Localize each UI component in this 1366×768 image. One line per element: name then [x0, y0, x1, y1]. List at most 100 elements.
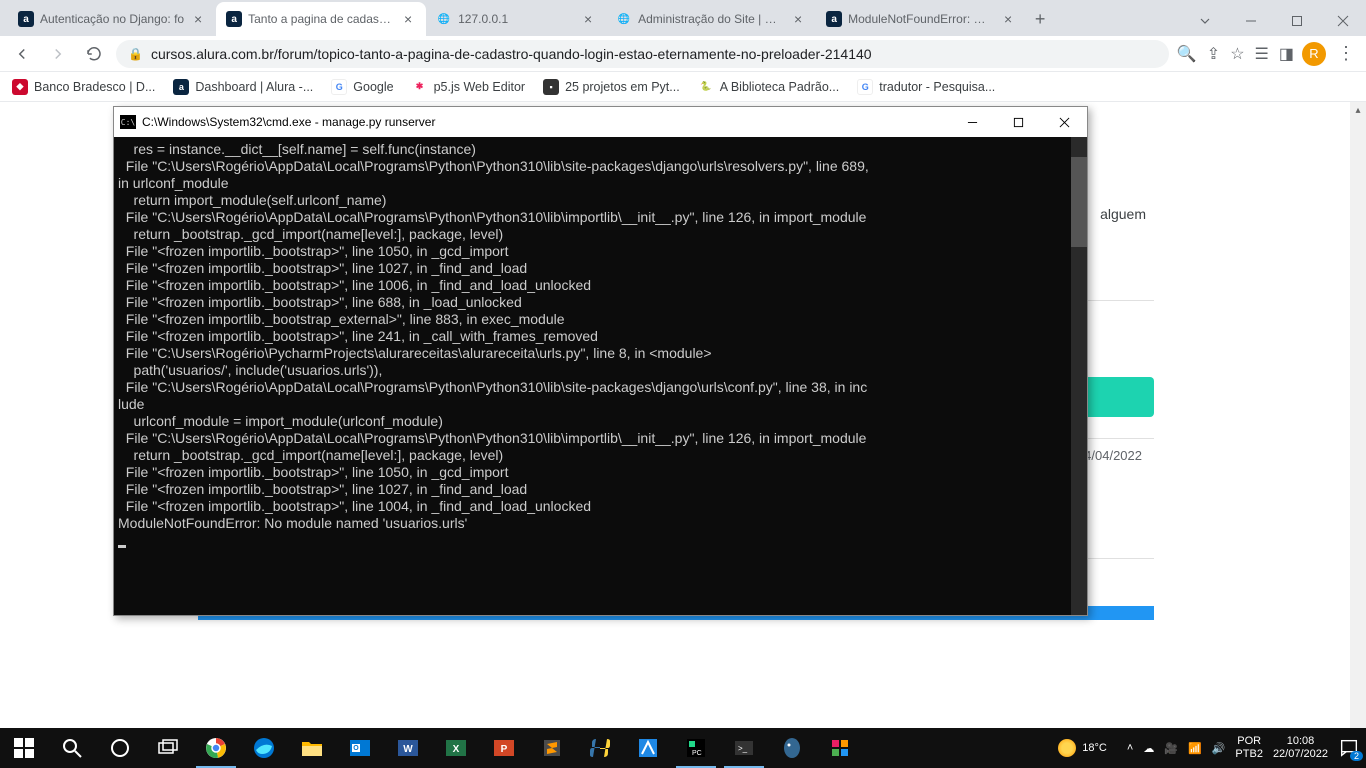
- svg-text:X: X: [453, 744, 460, 755]
- chevron-down-icon[interactable]: [1182, 6, 1228, 36]
- cmd-title-text: C:\Windows\System32\cmd.exe - manage.py …: [142, 115, 949, 129]
- minimize-icon[interactable]: [949, 107, 995, 137]
- close-icon[interactable]: [1041, 107, 1087, 137]
- postgres-icon[interactable]: [768, 728, 816, 768]
- edge-taskbar-icon[interactable]: [240, 728, 288, 768]
- maximize-icon[interactable]: [995, 107, 1041, 137]
- new-tab-button[interactable]: +: [1026, 2, 1054, 36]
- close-icon[interactable]: ×: [790, 11, 806, 27]
- cmd-titlebar[interactable]: C:\ C:\Windows\System32\cmd.exe - manage…: [114, 107, 1087, 137]
- python-icon[interactable]: [576, 728, 624, 768]
- tab-title: Tanto a pagina de cadastro q: [248, 12, 394, 26]
- star-icon[interactable]: ☆: [1230, 44, 1244, 64]
- reload-button[interactable]: [80, 40, 108, 68]
- cortana-button[interactable]: [96, 728, 144, 768]
- chrome-window-controls: [1182, 6, 1366, 36]
- cmd-content-text: res = instance.__dict__[self.name] = sel…: [118, 141, 869, 531]
- url-text: cursos.alura.com.br/forum/topico-tanto-a…: [151, 46, 872, 62]
- cmd-taskbar-icon[interactable]: >_: [720, 728, 768, 768]
- file-explorer-icon[interactable]: [288, 728, 336, 768]
- close-icon[interactable]: ×: [580, 11, 596, 27]
- powerpoint-icon[interactable]: P: [480, 728, 528, 768]
- tab-strip: a Autenticação no Django: fo × a Tanto a…: [0, 2, 1182, 36]
- word-icon[interactable]: W: [384, 728, 432, 768]
- notification-center-icon[interactable]: 2: [1338, 737, 1360, 759]
- browser-titlebar: a Autenticação no Django: fo × a Tanto a…: [0, 0, 1366, 36]
- minimize-icon[interactable]: [1228, 6, 1274, 36]
- svg-text:P: P: [501, 744, 508, 755]
- cmd-window[interactable]: C:\ C:\Windows\System32\cmd.exe - manage…: [113, 106, 1088, 616]
- bookmarks-bar: ◆Banco Bradesco | D... aDashboard | Alur…: [0, 72, 1366, 102]
- maximize-icon[interactable]: [1274, 6, 1320, 36]
- bookmark-p5js[interactable]: ✱p5.js Web Editor: [412, 79, 525, 95]
- excel-icon[interactable]: X: [432, 728, 480, 768]
- tab-4[interactable]: a ModuleNotFoundError: No m ×: [816, 2, 1026, 36]
- svg-text:PC: PC: [692, 750, 702, 757]
- bookmark-alura[interactable]: aDashboard | Alura -...: [173, 79, 313, 95]
- bookmark-label: tradutor - Pesquisa...: [879, 80, 995, 94]
- clock[interactable]: 10:08 22/07/2022: [1273, 735, 1328, 761]
- tab-favicon: 🌐: [616, 11, 632, 27]
- tab-2[interactable]: 🌐 127.0.0.1 ×: [426, 2, 606, 36]
- cmd-output[interactable]: res = instance.__dict__[self.name] = sel…: [114, 137, 1087, 615]
- svg-text:>_: >_: [738, 744, 748, 753]
- tab-3[interactable]: 🌐 Administração do Site | Site d ×: [606, 2, 816, 36]
- reading-list-icon[interactable]: ☰: [1255, 44, 1269, 64]
- tab-0[interactable]: a Autenticação no Django: fo ×: [8, 2, 216, 36]
- tab-favicon: a: [226, 11, 242, 27]
- chrome-taskbar-icon[interactable]: [192, 728, 240, 768]
- volume-icon[interactable]: 🔊: [1212, 742, 1226, 755]
- bookmark-label: Google: [353, 80, 393, 94]
- time-text: 10:08: [1273, 735, 1328, 748]
- tab-title: Autenticação no Django: fo: [40, 12, 184, 26]
- cmd-scroll-thumb[interactable]: [1071, 157, 1087, 247]
- close-icon[interactable]: ×: [190, 11, 206, 27]
- meet-now-icon[interactable]: 🎥: [1164, 742, 1178, 755]
- search-button[interactable]: [48, 728, 96, 768]
- weather-widget[interactable]: 18°C: [1058, 739, 1107, 757]
- page-content: ▴ alguem 14/04/2022 C:\ C:\Windows\Syste…: [0, 102, 1366, 728]
- lock-icon: 🔒: [128, 47, 143, 61]
- close-icon[interactable]: ×: [1000, 11, 1016, 27]
- date-text: 22/07/2022: [1273, 748, 1328, 761]
- bookmark-bradesco[interactable]: ◆Banco Bradesco | D...: [12, 79, 155, 95]
- menu-icon[interactable]: ⋮: [1334, 43, 1358, 64]
- onedrive-icon[interactable]: ☁: [1143, 742, 1154, 755]
- tab-1[interactable]: a Tanto a pagina de cadastro q ×: [216, 2, 426, 36]
- bookmark-label: p5.js Web Editor: [434, 80, 525, 94]
- bookmark-label: A Biblioteca Padrão...: [720, 80, 840, 94]
- forward-button[interactable]: [44, 40, 72, 68]
- page-scrollbar[interactable]: ▴: [1350, 102, 1366, 728]
- task-view-button[interactable]: [144, 728, 192, 768]
- notification-badge: 2: [1350, 751, 1363, 761]
- zoom-icon[interactable]: 🔍: [1177, 44, 1197, 64]
- app-icon-2[interactable]: [816, 728, 864, 768]
- sublime-icon[interactable]: [528, 728, 576, 768]
- close-icon[interactable]: ×: [400, 11, 416, 27]
- side-panel-icon[interactable]: ◨: [1279, 44, 1294, 64]
- start-button[interactable]: [0, 728, 48, 768]
- outlook-icon[interactable]: O: [336, 728, 384, 768]
- chevron-up-icon[interactable]: ˄: [1127, 742, 1133, 754]
- bookmark-translator[interactable]: Gtradutor - Pesquisa...: [857, 79, 995, 95]
- pycharm-icon[interactable]: PC: [672, 728, 720, 768]
- language-indicator[interactable]: POR PTB2: [1235, 735, 1263, 761]
- system-tray: 18°C ˄ ☁ 🎥 📶 🔊 POR PTB2 10:08 22/07/2022…: [1058, 735, 1366, 761]
- tab-favicon: 🌐: [436, 11, 452, 27]
- bookmark-google[interactable]: GGoogle: [331, 79, 393, 95]
- profile-avatar[interactable]: R: [1302, 42, 1326, 66]
- tab-title: Administração do Site | Site d: [638, 12, 784, 26]
- bookmark-label: Dashboard | Alura -...: [195, 80, 313, 94]
- close-icon[interactable]: [1320, 6, 1366, 36]
- address-bar[interactable]: 🔒 cursos.alura.com.br/forum/topico-tanto…: [116, 40, 1169, 68]
- app-icon-1[interactable]: [624, 728, 672, 768]
- scroll-up-icon[interactable]: ▴: [1350, 102, 1366, 118]
- back-button[interactable]: [8, 40, 36, 68]
- windows-taskbar: O W X P PC >_ 18°C ˄ ☁ 🎥 📶 🔊 POR PTB2 10…: [0, 728, 1366, 768]
- bookmark-label: 25 projetos em Pyt...: [565, 80, 680, 94]
- tab-title: ModuleNotFoundError: No m: [848, 12, 994, 26]
- wifi-icon[interactable]: 📶: [1188, 742, 1202, 755]
- bookmark-python-docs[interactable]: 🐍A Biblioteca Padrão...: [698, 79, 840, 95]
- bookmark-projects[interactable]: ▪25 projetos em Pyt...: [543, 79, 680, 95]
- share-icon[interactable]: ⇪: [1207, 44, 1220, 64]
